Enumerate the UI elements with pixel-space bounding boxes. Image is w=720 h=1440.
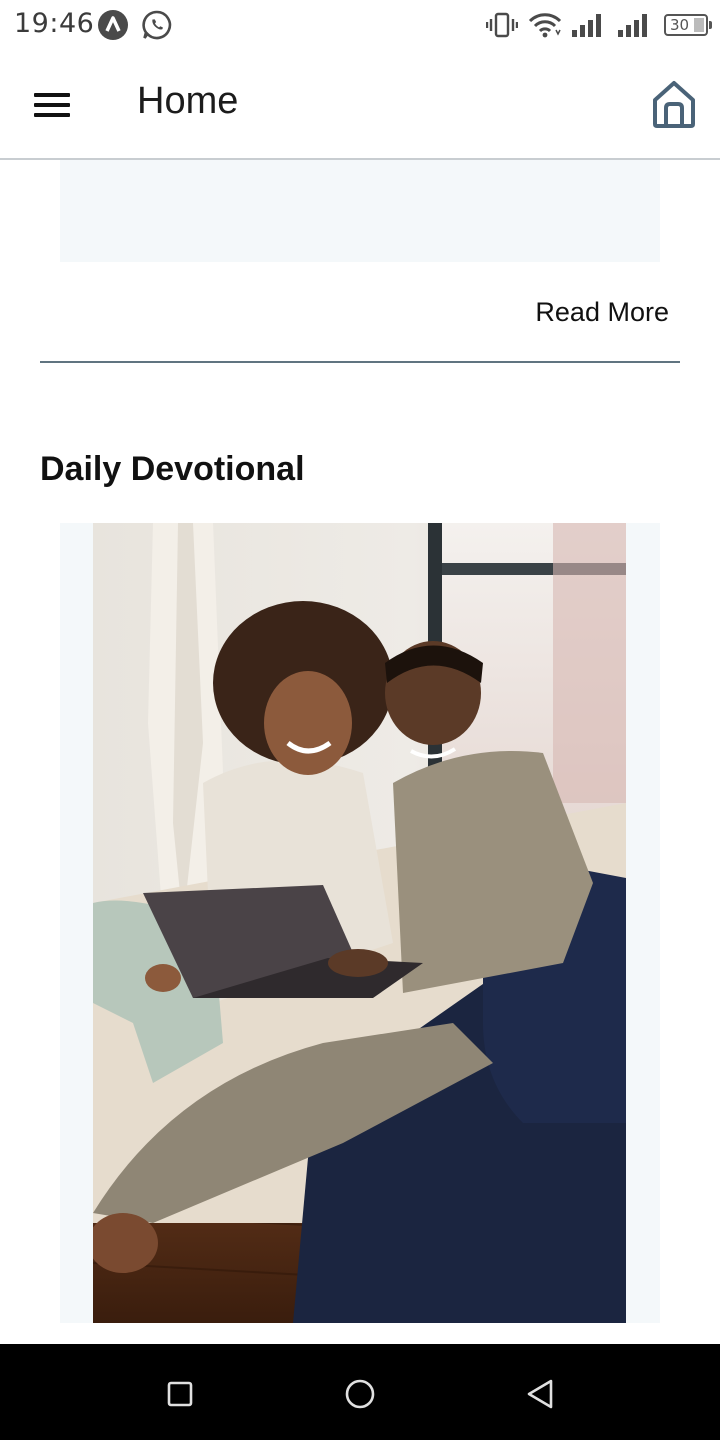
- hamburger-menu-icon[interactable]: [30, 87, 74, 123]
- system-home-icon[interactable]: [340, 1374, 380, 1414]
- home-icon[interactable]: [650, 78, 698, 130]
- status-time: 19:46: [14, 8, 95, 39]
- battery-icon: 30: [664, 14, 712, 36]
- back-icon[interactable]: [520, 1374, 560, 1414]
- previous-card-image: [60, 160, 660, 262]
- app-bar: Home: [0, 50, 720, 160]
- section-title-daily-devotional: Daily Devotional: [40, 450, 305, 488]
- couple-with-laptop-photo: [93, 523, 626, 1323]
- vibrate-icon: [486, 12, 518, 38]
- devotional-card[interactable]: [60, 523, 660, 1323]
- whatsapp-icon: [142, 10, 172, 40]
- page-title: Home: [137, 80, 239, 122]
- battery-level: 30: [670, 16, 690, 34]
- system-navigation-bar: [0, 1344, 720, 1440]
- home-feed[interactable]: Read More Daily Devotional: [0, 160, 720, 1344]
- recent-apps-icon[interactable]: [160, 1374, 200, 1414]
- signal-icon: [572, 14, 601, 37]
- devotional-image[interactable]: [93, 523, 626, 1323]
- section-divider: [40, 361, 680, 363]
- status-bar: 19:46 30: [0, 0, 720, 50]
- read-more-link[interactable]: Read More: [535, 297, 669, 328]
- app-notification-icon: [98, 10, 128, 40]
- signal-icon-2: [618, 14, 647, 37]
- status-indicators: 30: [486, 10, 712, 40]
- wifi-icon: [528, 13, 562, 38]
